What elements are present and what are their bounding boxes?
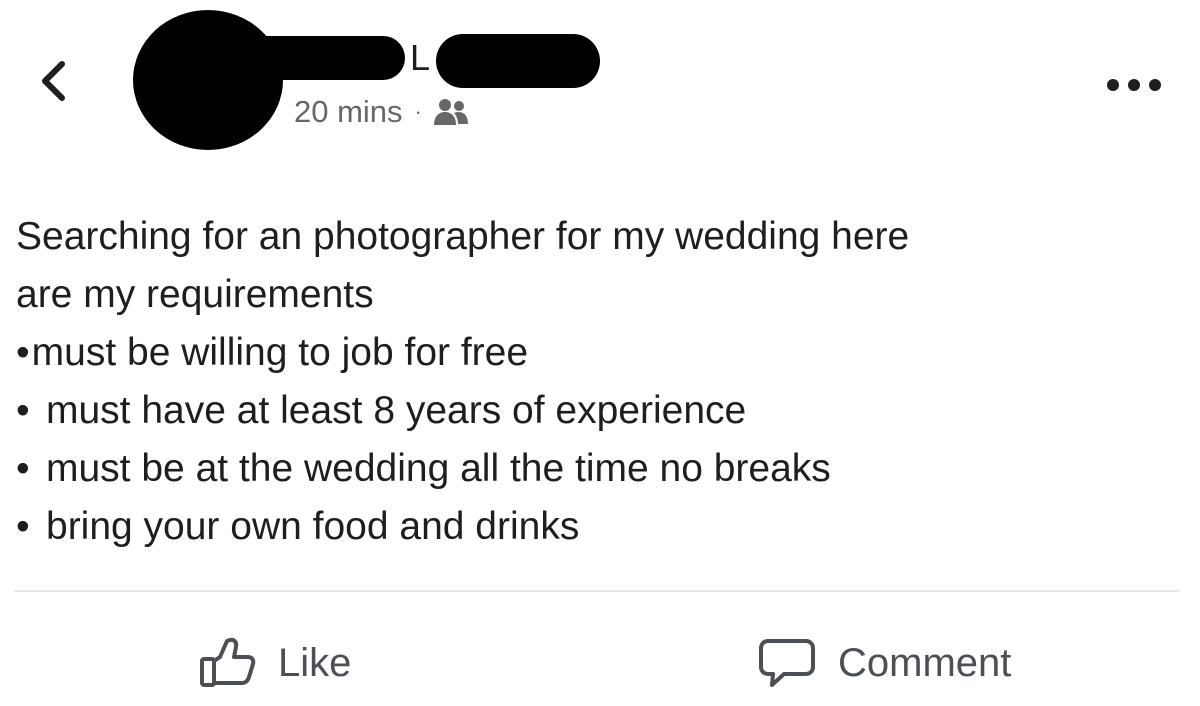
back-button[interactable] bbox=[30, 58, 76, 104]
chevron-left-icon bbox=[42, 61, 65, 101]
more-dots-icon bbox=[1107, 79, 1161, 91]
like-label: Like bbox=[278, 640, 352, 685]
post-timestamp[interactable]: 20 mins bbox=[294, 94, 403, 130]
requirement-item: must be at the wedding all the time no b… bbox=[16, 440, 1176, 498]
author-name[interactable]: L bbox=[410, 38, 438, 78]
comment-label: Comment bbox=[838, 640, 1012, 685]
more-options-button[interactable] bbox=[1098, 62, 1170, 108]
requirement-text: must have at least 8 years of experience bbox=[46, 389, 747, 432]
facebook-post: L 20 mins · Searching for an photographe… bbox=[0, 0, 1200, 706]
like-button[interactable]: Like bbox=[198, 622, 351, 704]
audience-selector[interactable] bbox=[432, 97, 470, 127]
requirement-item: must be willing to job for free bbox=[16, 324, 1176, 382]
post-meta: 20 mins · bbox=[294, 92, 470, 132]
divider bbox=[14, 590, 1180, 592]
requirement-text: must be at the wedding all the time no b… bbox=[46, 447, 831, 490]
requirement-item: must have at least 8 years of experience bbox=[16, 382, 1176, 440]
redaction-mark bbox=[230, 36, 405, 80]
meta-separator: · bbox=[414, 99, 422, 124]
thumbs-up-icon bbox=[198, 637, 256, 689]
post-text-line: Searching for an photographer for my wed… bbox=[16, 215, 910, 258]
redaction-mark bbox=[436, 34, 600, 88]
comment-bubble-icon bbox=[758, 637, 816, 689]
friends-icon bbox=[433, 99, 468, 125]
post-text-line: are my requirements bbox=[16, 273, 374, 316]
requirement-text: must be willing to job for free bbox=[31, 331, 529, 374]
requirement-text: bring your own food and drinks bbox=[46, 505, 580, 548]
post-body: Searching for an photographer for my wed… bbox=[16, 208, 1176, 556]
avatar[interactable] bbox=[133, 10, 283, 150]
comment-button[interactable]: Comment bbox=[758, 622, 1011, 704]
requirement-item: bring your own food and drinks bbox=[16, 498, 1176, 556]
